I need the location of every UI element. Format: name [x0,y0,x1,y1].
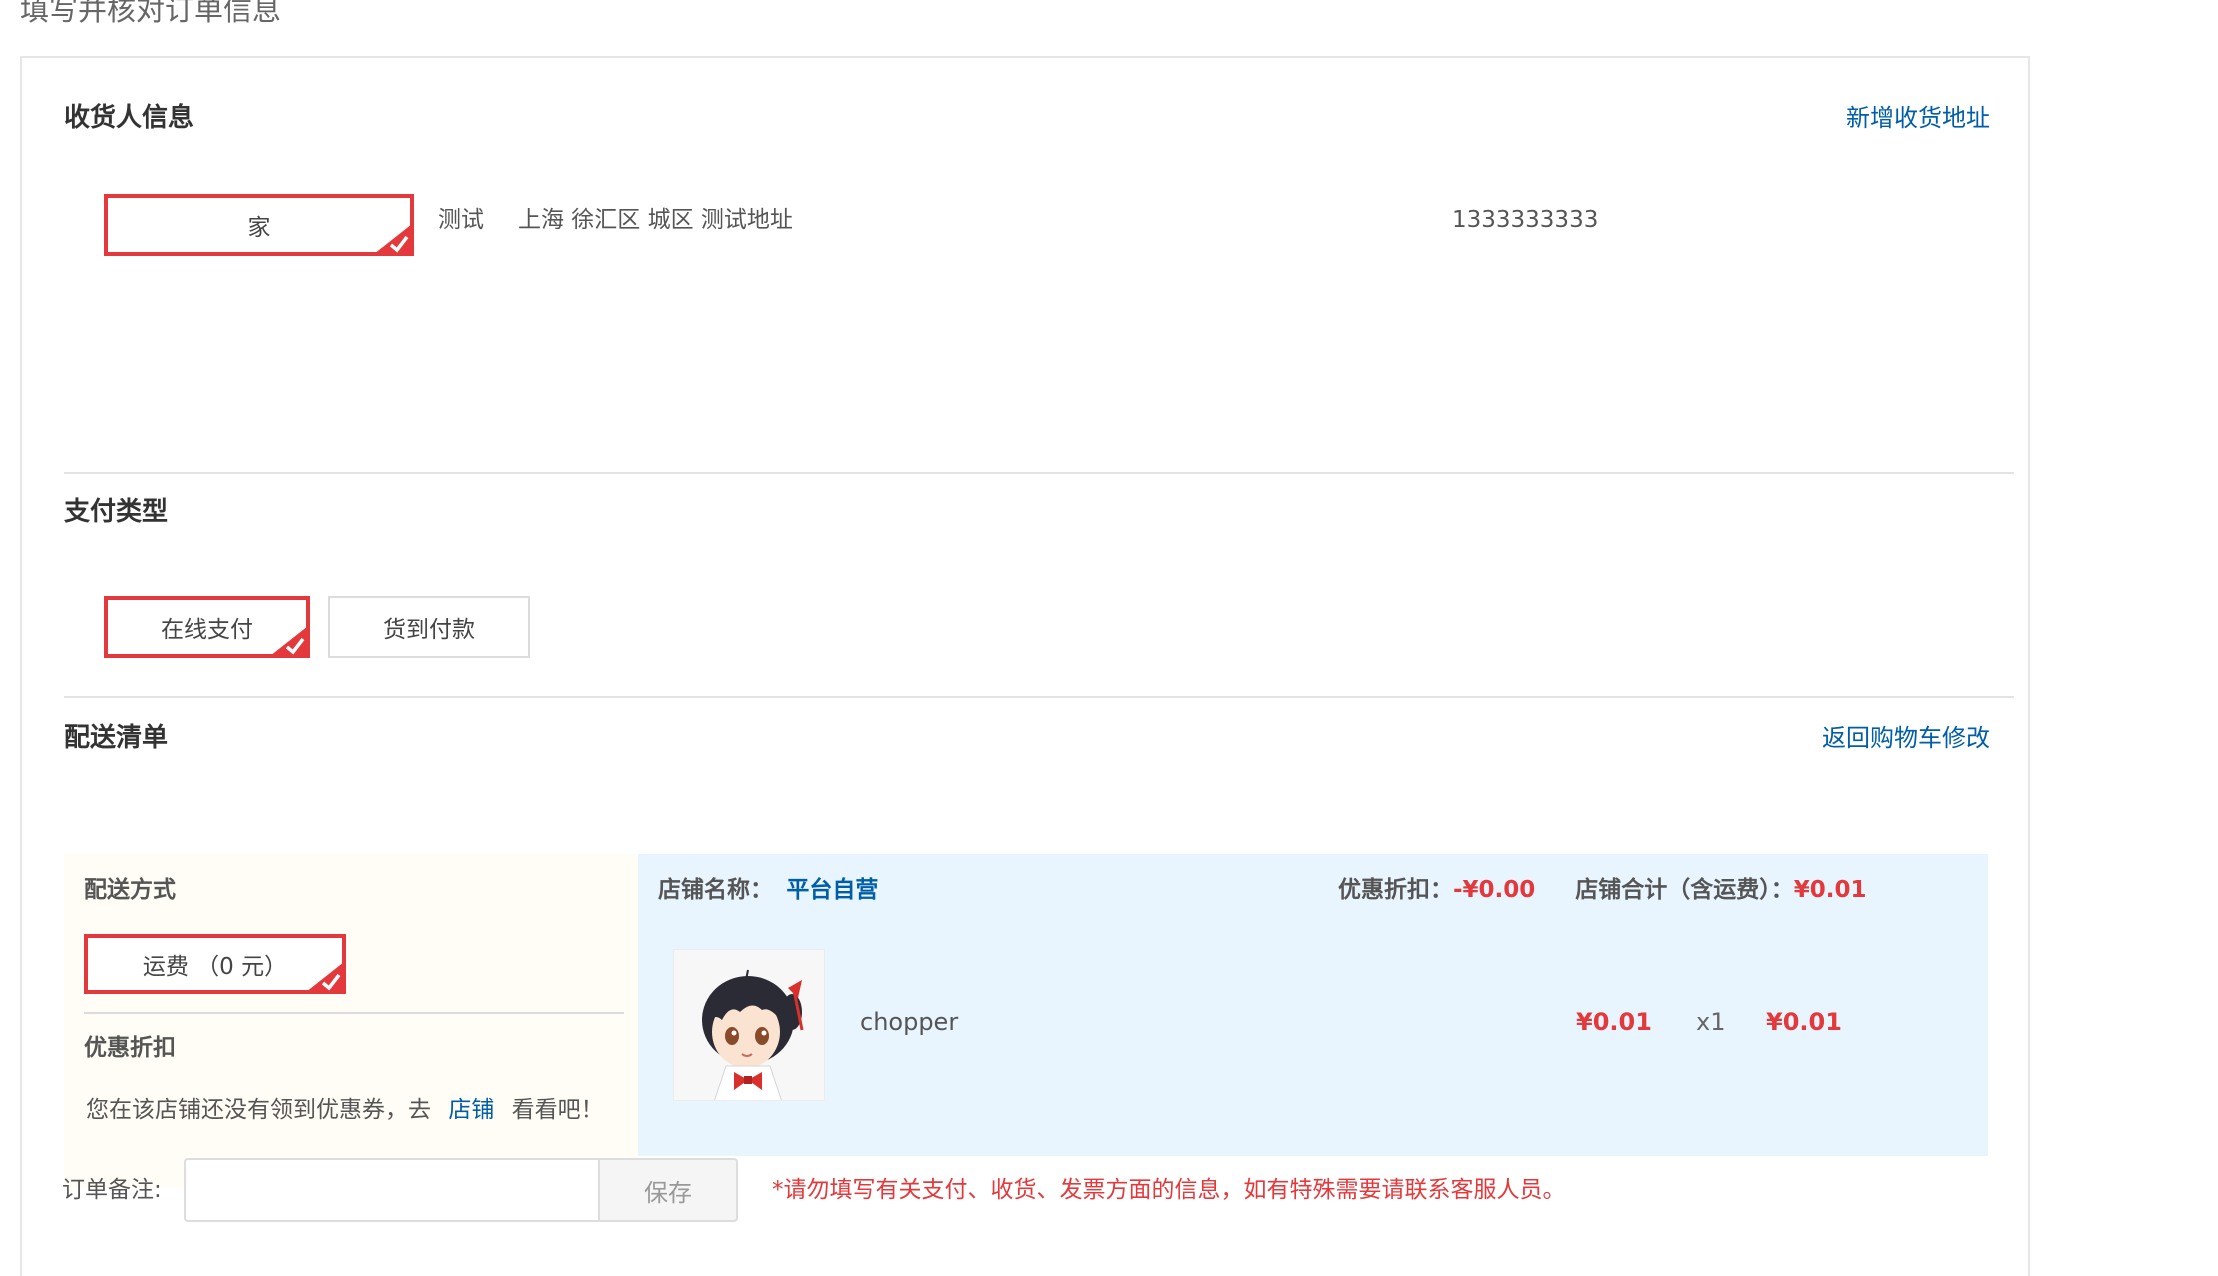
discount-total-label: 优惠折扣： [1338,877,1453,903]
consignee-phone: 1333333333 [1452,207,1599,233]
check-corner-icon [270,626,308,656]
shop-coupon-link[interactable]: 店铺 [448,1097,494,1123]
payment-online-option[interactable]: 在线支付 [104,596,310,658]
save-remark-button[interactable]: 保存 [598,1158,738,1222]
shop-total-label: 店铺合计（含运费）： [1575,877,1794,903]
address-tag-home[interactable]: 家 [104,194,414,256]
coupon-text-before: 您在该店铺还没有领到优惠券，去 [86,1097,431,1123]
payment-cod-option[interactable]: 货到付款 [328,596,530,658]
back-to-cart-link[interactable]: 返回购物车修改 [1822,722,1990,754]
shop-name-row: 店铺名称： 平台自营 [658,874,878,906]
shop-name-link[interactable]: 平台自营 [786,877,878,903]
delivery-section-title: 配送清单 [64,723,169,753]
remark-notice: *请勿填写有关支付、收货、发票方面的信息，如有特殊需要请联系客服人员。 [772,1177,1566,1203]
consignee-name: 测试 [438,207,484,233]
divider [64,696,2014,698]
address-tag-label: 家 [247,215,271,241]
product-name[interactable]: chopper [860,1006,958,1038]
product-quantity: x1 [1696,1008,1726,1036]
coupon-text: 您在该店铺还没有领到优惠券，去 店铺 看看吧！ [86,1094,604,1126]
shop-summary-row: 优惠折扣：-¥0.00 店铺合计（含运费）：¥0.01 [1338,874,1867,906]
product-unit-price: ¥0.01 [1576,1008,1652,1036]
discount-label: 优惠折扣 [84,1035,176,1061]
consignee-section-title: 收货人信息 [64,103,195,133]
divider [64,472,2014,474]
shop-name-label: 店铺名称： [658,877,773,903]
payment-section-title: 支付类型 [64,497,169,527]
remark-label: 订单备注: [62,1177,162,1203]
page-title: 填写并核对订单信息 [20,0,282,27]
remark-input[interactable] [184,1158,600,1222]
product-thumbnail[interactable] [673,949,825,1101]
shipping-option[interactable]: 运费 （0 元） [84,934,346,994]
shop-order-area: 店铺名称： 平台自营 优惠折扣：-¥0.00 店铺合计（含运费）：¥0.01 c… [638,854,1988,1156]
check-corner-icon [306,962,344,992]
divider [84,1012,624,1014]
payment-cod-label: 货到付款 [383,617,475,643]
consignee-address: 上海 徐汇区 城区 测试地址 [518,207,793,233]
coupon-text-after: 看看吧！ [511,1097,604,1123]
shop-total-value: ¥0.01 [1793,877,1867,903]
shipping-method-label: 配送方式 [84,877,176,903]
add-address-link[interactable]: 新增收货地址 [1846,102,1990,134]
order-panel: 收货人信息 新增收货地址 家 测试 上海 徐汇区 城区 测试地址 1333333… [20,56,2030,1276]
product-subtotal: ¥0.01 [1766,1008,1842,1036]
payment-online-label: 在线支付 [161,617,253,643]
check-corner-icon [374,224,412,254]
discount-total-value: -¥0.00 [1453,877,1536,903]
shipping-option-label: 运费 （0 元） [142,954,288,980]
shipping-area: 配送方式 运费 （0 元） 优惠折扣 您在该店铺还没有领到优惠券，去 店铺 看看… [64,854,640,1188]
